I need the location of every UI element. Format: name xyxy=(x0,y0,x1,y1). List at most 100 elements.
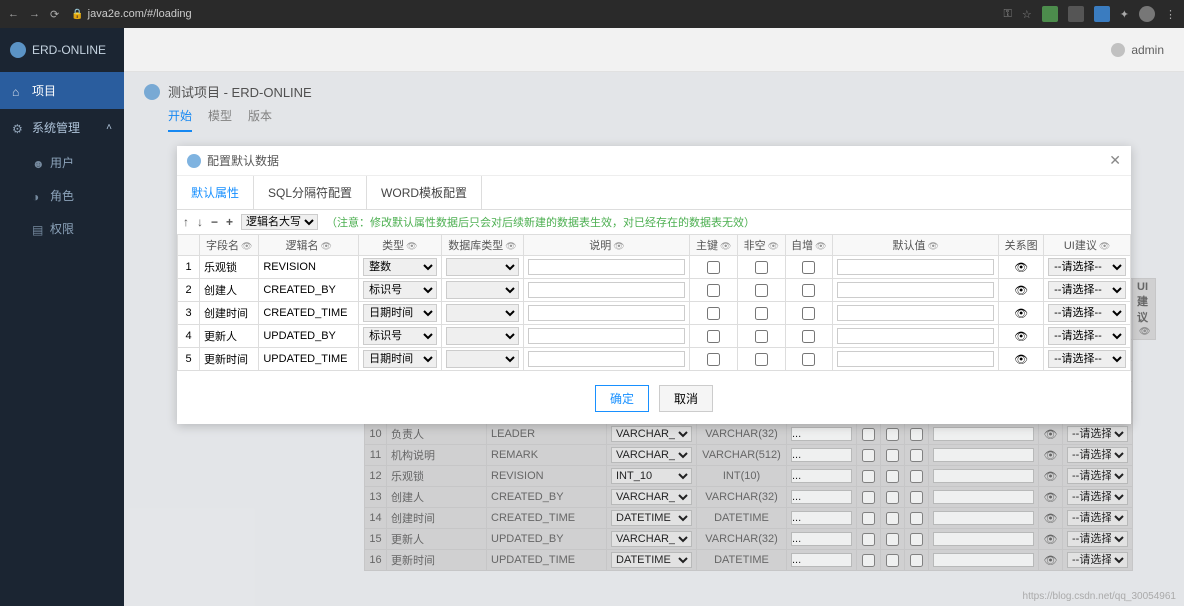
bg-nn-checkbox[interactable] xyxy=(886,428,899,441)
ui-select[interactable]: --请选择-- xyxy=(1048,327,1126,345)
bg-ui-select[interactable]: --请选择-- xyxy=(1067,468,1128,484)
bg-nn-checkbox[interactable] xyxy=(886,554,899,567)
bg-desc-input[interactable] xyxy=(791,490,852,504)
autoinc-checkbox[interactable] xyxy=(802,284,815,297)
desc-input[interactable] xyxy=(528,305,685,321)
pk-checkbox[interactable] xyxy=(707,261,720,274)
bg-default-input[interactable] xyxy=(933,553,1034,567)
type-select[interactable]: 标识号 xyxy=(363,327,436,345)
bg-default-input[interactable] xyxy=(933,427,1034,441)
sidebar-item-project[interactable]: ⌂ 项目 xyxy=(0,72,124,109)
logic-cell[interactable]: REVISION xyxy=(259,256,359,279)
type-select[interactable]: 整数 xyxy=(363,258,436,276)
bg-default-input[interactable] xyxy=(933,511,1034,525)
ext-icon-3[interactable] xyxy=(1094,6,1110,22)
bg-ui-select[interactable]: --请选择-- xyxy=(1067,510,1128,526)
bg-nn-checkbox[interactable] xyxy=(886,533,899,546)
table-row[interactable]: 1乐观锁REVISION整数👁--请选择-- xyxy=(178,256,1131,279)
bg-ai-checkbox[interactable] xyxy=(910,533,923,546)
autoinc-checkbox[interactable] xyxy=(802,330,815,343)
naming-mode-select[interactable]: 逻辑名大写 xyxy=(241,214,318,230)
reload-icon[interactable]: ⟳ xyxy=(50,8,59,21)
pk-checkbox[interactable] xyxy=(707,330,720,343)
bg-desc-input[interactable] xyxy=(791,469,852,483)
close-icon[interactable]: ✕ xyxy=(1109,152,1121,169)
bg-ai-checkbox[interactable] xyxy=(910,428,923,441)
autoinc-checkbox[interactable] xyxy=(802,307,815,320)
cancel-button[interactable]: 取消 xyxy=(659,385,713,412)
notnull-checkbox[interactable] xyxy=(755,307,768,320)
bg-ai-checkbox[interactable] xyxy=(910,470,923,483)
sidebar-item-system[interactable]: ⚙ 系统管理 ˄ xyxy=(0,109,124,146)
field-cell[interactable]: 乐观锁 xyxy=(200,256,259,279)
move-up-button[interactable]: ↑ xyxy=(183,215,189,229)
page-tab-model[interactable]: 模型 xyxy=(208,107,232,132)
bg-type1-select[interactable]: DATETIME xyxy=(611,510,692,526)
bg-nn-checkbox[interactable] xyxy=(886,491,899,504)
field-cell[interactable]: 更新时间 xyxy=(200,348,259,371)
table-row[interactable]: 5更新时间UPDATED_TIME日期时间👁--请选择-- xyxy=(178,348,1131,371)
bg-pk-checkbox[interactable] xyxy=(862,428,875,441)
bg-ui-select[interactable]: --请选择-- xyxy=(1067,426,1128,442)
bg-eye-icon[interactable]: 👁 xyxy=(1039,550,1063,571)
notnull-checkbox[interactable] xyxy=(755,284,768,297)
bg-desc-input[interactable] xyxy=(791,553,852,567)
bg-eye-icon[interactable]: 👁 xyxy=(1039,529,1063,550)
dbtype-select[interactable] xyxy=(446,281,520,299)
bg-ui-select[interactable]: --请选择-- xyxy=(1067,531,1128,547)
bg-desc-input[interactable] xyxy=(791,448,852,462)
desc-input[interactable] xyxy=(528,328,685,344)
modal-tab-sql-delim[interactable]: SQL分隔符配置 xyxy=(254,176,367,209)
dbtype-select[interactable] xyxy=(446,327,520,345)
bg-pk-checkbox[interactable] xyxy=(862,554,875,567)
ext-icon-1[interactable] xyxy=(1042,6,1058,22)
dbtype-select[interactable] xyxy=(446,258,520,276)
field-cell[interactable]: 更新人 xyxy=(200,325,259,348)
default-input[interactable] xyxy=(837,282,994,298)
bg-ui-select[interactable]: --请选择-- xyxy=(1067,489,1128,505)
relation-eye-icon[interactable]: 👁 xyxy=(999,302,1044,325)
ui-select[interactable]: --请选择-- xyxy=(1048,304,1126,322)
bg-ai-checkbox[interactable] xyxy=(910,491,923,504)
relation-eye-icon[interactable]: 👁 xyxy=(999,325,1044,348)
bg-eye-icon[interactable]: 👁 xyxy=(1039,466,1063,487)
desc-input[interactable] xyxy=(528,259,685,275)
logic-cell[interactable]: UPDATED_TIME xyxy=(259,348,359,371)
sidebar-sub-user[interactable]: ☻ 用户 xyxy=(0,146,124,179)
default-input[interactable] xyxy=(837,305,994,321)
field-cell[interactable]: 创建人 xyxy=(200,279,259,302)
default-input[interactable] xyxy=(837,259,994,275)
bg-pk-checkbox[interactable] xyxy=(862,491,875,504)
forward-icon[interactable]: → xyxy=(29,8,40,20)
avatar-icon[interactable] xyxy=(1111,43,1125,57)
table-row[interactable]: 2创建人CREATED_BY标识号👁--请选择-- xyxy=(178,279,1131,302)
logic-cell[interactable]: CREATED_BY xyxy=(259,279,359,302)
bg-pk-checkbox[interactable] xyxy=(862,470,875,483)
bg-ui-select[interactable]: --请选择-- xyxy=(1067,552,1128,568)
bg-default-input[interactable] xyxy=(933,448,1034,462)
modal-tab-default-attr[interactable]: 默认属性 xyxy=(177,176,254,209)
page-tab-version[interactable]: 版本 xyxy=(248,107,272,132)
default-input[interactable] xyxy=(837,351,994,367)
ui-select[interactable]: --请选择-- xyxy=(1048,258,1126,276)
add-button[interactable]: + xyxy=(226,215,233,229)
extensions-icon[interactable]: ✦ xyxy=(1120,8,1129,21)
bg-type1-select[interactable]: VARCHAR_32 xyxy=(611,489,692,505)
notnull-checkbox[interactable] xyxy=(755,353,768,366)
bg-ui-select[interactable]: --请选择-- xyxy=(1067,447,1128,463)
bg-default-input[interactable] xyxy=(933,532,1034,546)
bg-default-input[interactable] xyxy=(933,469,1034,483)
dbtype-select[interactable] xyxy=(446,350,520,368)
relation-eye-icon[interactable]: 👁 xyxy=(999,256,1044,279)
pk-checkbox[interactable] xyxy=(707,353,720,366)
bg-ai-checkbox[interactable] xyxy=(910,554,923,567)
ui-select[interactable]: --请选择-- xyxy=(1048,350,1126,368)
bg-eye-icon[interactable]: 👁 xyxy=(1039,487,1063,508)
relation-eye-icon[interactable]: 👁 xyxy=(999,279,1044,302)
autoinc-checkbox[interactable] xyxy=(802,261,815,274)
bg-ai-checkbox[interactable] xyxy=(910,512,923,525)
sidebar-sub-role[interactable]: ◑ 角色 xyxy=(0,179,124,212)
bg-eye-icon[interactable]: 👁 xyxy=(1039,508,1063,529)
bg-ai-checkbox[interactable] xyxy=(910,449,923,462)
table-row[interactable]: 4更新人UPDATED_BY标识号👁--请选择-- xyxy=(178,325,1131,348)
